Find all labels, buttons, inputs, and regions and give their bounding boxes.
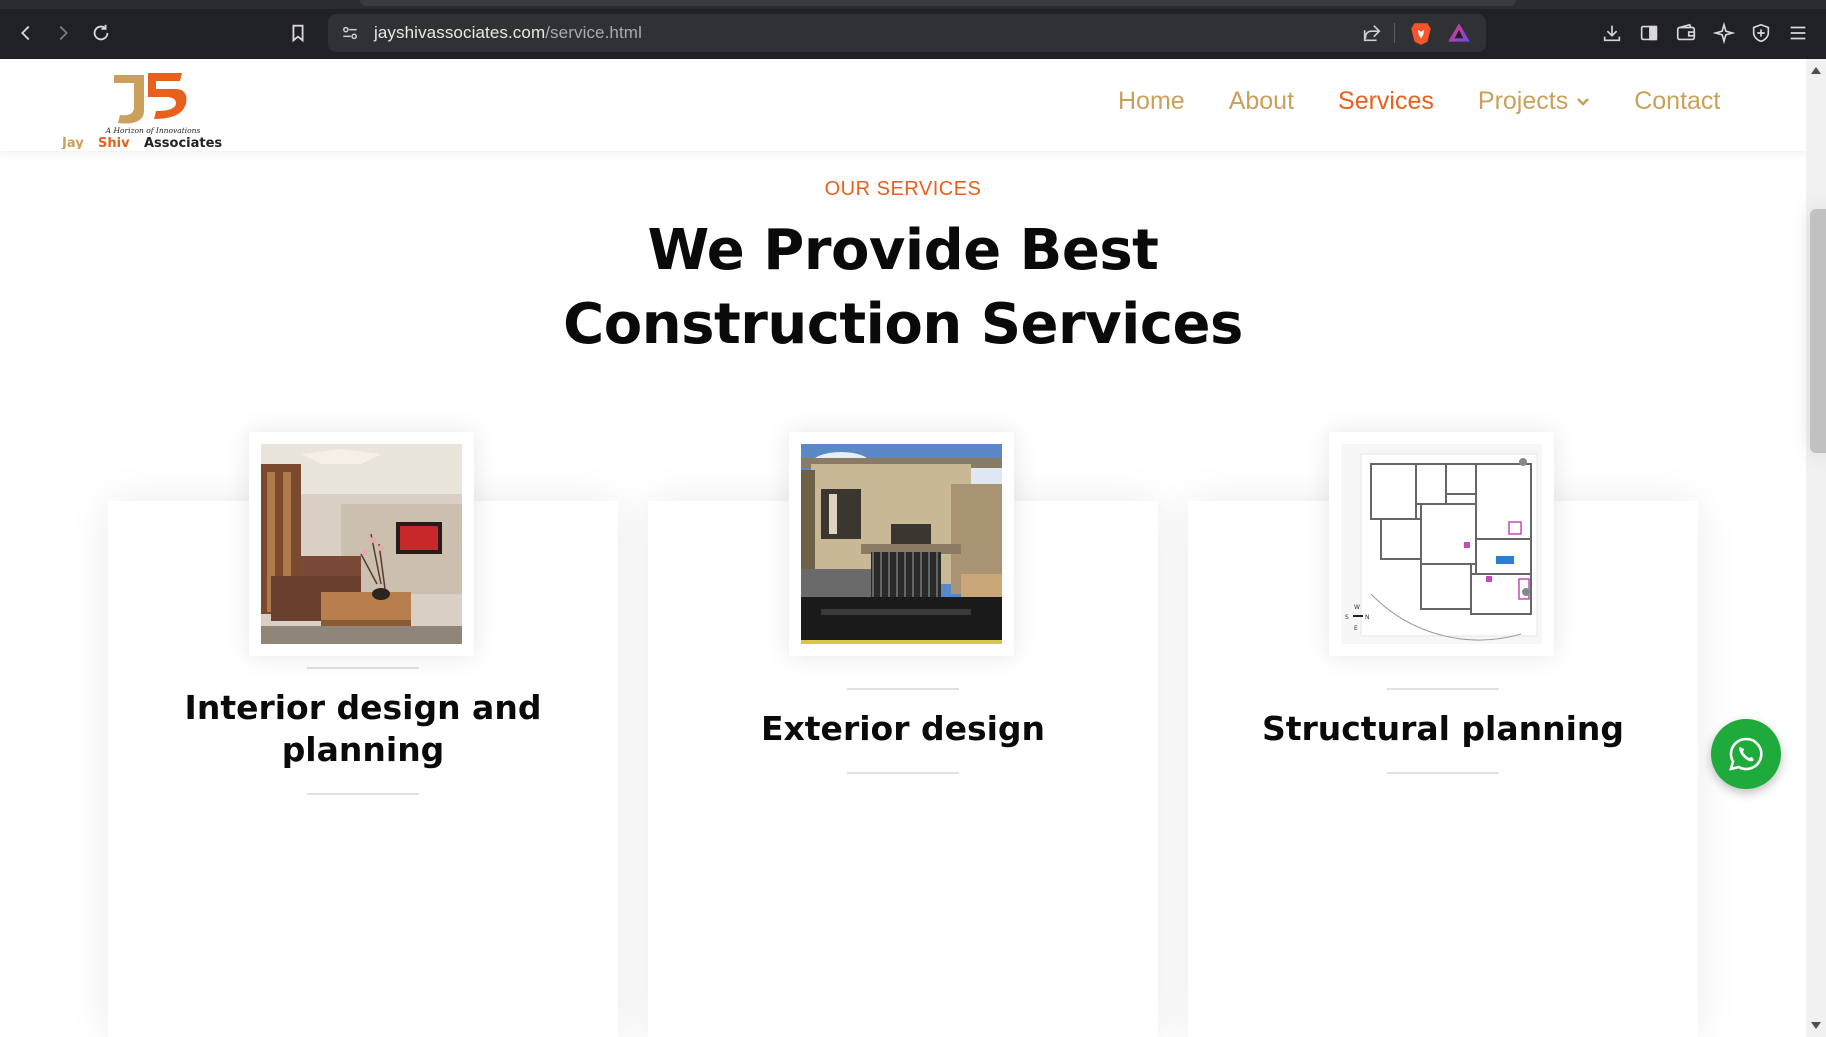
- scroll-up-arrow-icon[interactable]: [1811, 67, 1821, 74]
- service-title: Exterior design: [760, 709, 1046, 748]
- service-title: Interior design and planning: [184, 688, 542, 769]
- url-text[interactable]: jayshivassociates.com/service.html: [374, 23, 642, 43]
- svg-text:E: E: [1354, 625, 1358, 632]
- logo-tagline: A Horizon of Innovations: [105, 126, 201, 135]
- title-divider: [1387, 688, 1499, 690]
- svg-text:S: S: [1345, 614, 1349, 621]
- browser-toolbar: jayshivassociates.com/service.html: [0, 0, 1826, 59]
- nav-projects-label: Projects: [1477, 87, 1569, 115]
- title-divider: [307, 793, 419, 795]
- service-title: Structural planning: [1261, 709, 1625, 748]
- menu-icon[interactable]: [1782, 17, 1814, 49]
- scroll-down-arrow-icon[interactable]: [1811, 1022, 1821, 1029]
- interior-living-room-image[interactable]: [249, 432, 474, 656]
- download-icon[interactable]: [1596, 17, 1628, 49]
- house-exterior-image[interactable]: [789, 432, 1014, 656]
- section-headline: We Provide Best Construction Services: [0, 214, 1806, 362]
- title-divider: [307, 667, 419, 669]
- vpn-icon[interactable]: [1745, 17, 1777, 49]
- url-domain: jayshivassociates.com: [374, 23, 546, 42]
- brave-shields-icon[interactable]: [1408, 20, 1434, 46]
- site-header: A Horizon of Innovations Jay Shiv Associ…: [0, 59, 1806, 151]
- jayshiv-logo[interactable]: A Horizon of Innovations Jay Shiv Associ…: [58, 63, 248, 151]
- scrollbar-thumb[interactable]: [1810, 209, 1826, 453]
- bookmark-icon[interactable]: [282, 17, 314, 49]
- logo-brand-associates: Associates: [144, 136, 222, 149]
- page-scrollbar[interactable]: [1806, 59, 1826, 1037]
- whatsapp-icon: [1729, 737, 1763, 771]
- reload-icon[interactable]: [85, 17, 117, 49]
- nav-home[interactable]: Home: [1118, 87, 1185, 116]
- brave-rewards-icon[interactable]: [1446, 20, 1472, 46]
- title-divider: [847, 772, 959, 774]
- title-divider: [847, 688, 959, 690]
- site-settings-icon[interactable]: [338, 21, 362, 45]
- wallet-icon[interactable]: [1670, 17, 1702, 49]
- whatsapp-chat-button[interactable]: [1711, 719, 1781, 789]
- nav-projects[interactable]: Projects: [1478, 87, 1590, 116]
- chevron-down-icon: [1576, 95, 1590, 109]
- main-navigation: Home About Services Projects Contact: [1118, 87, 1764, 116]
- share-icon[interactable]: [1359, 20, 1385, 46]
- nav-services[interactable]: Services: [1338, 87, 1434, 116]
- headline-line-1: We Provide Best: [647, 218, 1159, 283]
- sidebar-icon[interactable]: [1633, 17, 1665, 49]
- section-eyebrow: OUR SERVICES: [824, 178, 982, 200]
- url-divider: [1394, 23, 1395, 43]
- active-tab-edge[interactable]: [360, 0, 1516, 6]
- svg-text:N: N: [1365, 614, 1370, 621]
- floor-plan-image[interactable]: W S N E: [1329, 432, 1554, 656]
- leo-ai-icon[interactable]: [1708, 17, 1740, 49]
- title-divider: [1387, 772, 1499, 774]
- svg-text:W: W: [1354, 604, 1360, 611]
- address-bar[interactable]: jayshivassociates.com/service.html: [328, 14, 1486, 52]
- web-page: A Horizon of Innovations Jay Shiv Associ…: [0, 59, 1806, 1037]
- back-icon[interactable]: [10, 17, 42, 49]
- nav-about[interactable]: About: [1229, 87, 1294, 116]
- url-path: /service.html: [545, 23, 642, 42]
- logo-brand-shiv: Shiv: [98, 136, 130, 149]
- forward-icon[interactable]: [47, 17, 79, 49]
- logo-brand-jay: Jay: [61, 136, 84, 149]
- headline-line-2: Construction Services: [563, 292, 1243, 357]
- nav-contact[interactable]: Contact: [1634, 87, 1720, 116]
